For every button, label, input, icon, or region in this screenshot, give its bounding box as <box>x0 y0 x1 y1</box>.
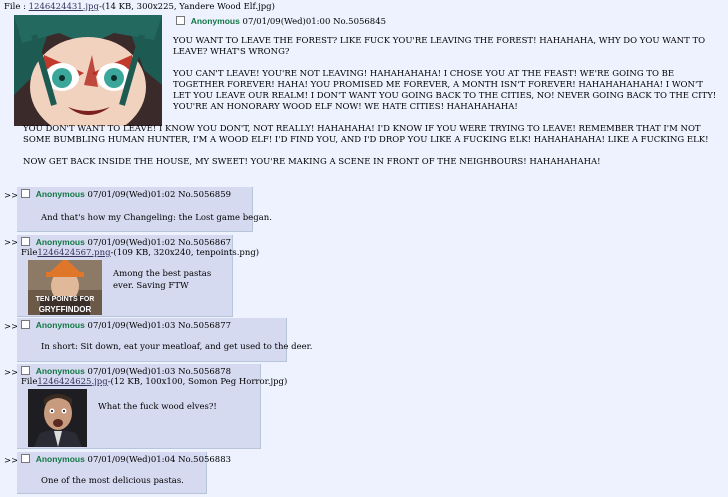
reply-file-info: File1246424567.png-(109 KB, 320x240, ten… <box>21 248 259 258</box>
reply-post: Anonymous 07/01/09(Wed)01:04 No.5056883 … <box>17 452 231 494</box>
reply-post-date: 07/01/09(Wed)01:02 <box>87 190 176 200</box>
op-paragraph: YOU DON'T WANT TO LEAVE! I KNOW YOU DON'… <box>23 124 709 145</box>
reply-post-number[interactable]: No.5056877 <box>178 321 231 331</box>
reply-post: Anonymous 07/01/09(Wed)01:02 No.5056867 … <box>17 235 259 317</box>
reply-header: Anonymous 07/01/09(Wed)01:03 No.5056877 <box>21 320 282 331</box>
reply-post-date: 07/01/09(Wed)01:04 <box>87 455 176 465</box>
reply-message: And that's how my Changeling: the Lost g… <box>41 213 272 223</box>
reply-post: Anonymous 07/01/09(Wed)01:03 No.5056878 … <box>17 364 287 449</box>
reply-thumbnail-image[interactable] <box>28 389 87 447</box>
op-file-details: -(14 KB, 300x225, Yandere Wood Elf.jpg) <box>98 2 275 12</box>
reply-message: One of the most delicious pastas. <box>41 476 184 486</box>
reply-select-checkbox[interactable] <box>21 237 30 246</box>
reply-message: In short: Sit down, eat your meatloaf, a… <box>41 342 313 352</box>
thumb-caption-bottom: GRYFFINDOR <box>39 305 92 314</box>
reply-post-number[interactable]: No.5056859 <box>178 190 231 200</box>
reply-post-date: 07/01/09(Wed)01:03 <box>87 321 176 331</box>
reply-post-date: 07/01/09(Wed)01:02 <box>87 238 176 248</box>
op-paragraph: YOU CAN'T LEAVE! YOU'RE NOT LEAVING! HAH… <box>173 69 717 112</box>
reply-select-checkbox[interactable] <box>21 454 30 463</box>
reply-poster-name: Anonymous <box>35 366 85 376</box>
reply-message-line: Among the best pastas <box>113 269 212 279</box>
op-post-number[interactable]: No.5056845 <box>333 17 386 27</box>
op-poster-name: Anonymous <box>190 16 240 26</box>
reply-message: What the fuck wood elves?! <box>98 402 217 412</box>
reply-header: Anonymous 07/01/09(Wed)01:02 No.5056859 <box>21 189 248 200</box>
op-paragraph: YOU WANT TO LEAVE THE FOREST? LIKE FUCK … <box>173 36 706 57</box>
thumb-caption-top: TEN POINTS FOR <box>36 296 95 303</box>
reply-post: Anonymous 07/01/09(Wed)01:02 No.5056859 … <box>17 187 272 232</box>
reply-poster-name: Anonymous <box>35 320 85 330</box>
reply-file-prefix: File <box>21 248 38 258</box>
op-post-date: 07/01/09(Wed)01:00 <box>242 17 331 27</box>
reply-select-checkbox[interactable] <box>21 320 30 329</box>
reply-post-number[interactable]: No.5056883 <box>178 455 231 465</box>
reply-file-link[interactable]: 1246424625.jpg <box>37 377 107 387</box>
reply-post-date: 07/01/09(Wed)01:03 <box>87 367 176 377</box>
op-post-body: YOU WANT TO LEAVE THE FOREST? LIKE FUCK … <box>23 36 723 179</box>
reply-header: Anonymous 07/01/09(Wed)01:02 No.5056867 <box>21 237 231 248</box>
reply-thumbnail-image[interactable]: TEN POINTS FOR GRYFFINDOR <box>28 260 102 315</box>
reply-select-checkbox[interactable] <box>21 366 30 375</box>
reply-post: Anonymous 07/01/09(Wed)01:03 No.5056877 … <box>17 318 312 362</box>
reply-file-details: -(12 KB, 100x100, Somon Peg Horror.jpg) <box>107 377 288 387</box>
op-select-checkbox[interactable] <box>176 16 185 25</box>
reply-file-prefix: File <box>21 377 38 387</box>
op-paragraph: NOW GET BACK INSIDE THE HOUSE, MY SWEET!… <box>23 157 601 167</box>
reply-file-details: -(109 KB, 320x240, tenpoints.png) <box>110 248 260 258</box>
reply-file-link[interactable]: 1246424567.png <box>37 248 110 258</box>
reply-post-number[interactable]: No.5056867 <box>178 238 231 248</box>
reply-message-line: ever. Saving FTW <box>113 281 189 291</box>
reply-poster-name: Anonymous <box>35 237 85 247</box>
reply-select-checkbox[interactable] <box>21 189 30 198</box>
reply-header: Anonymous 07/01/09(Wed)01:04 No.5056883 <box>21 454 231 465</box>
op-file-info: File : 1246424431.jpg-(14 KB, 300x225, Y… <box>4 2 275 12</box>
reply-poster-name: Anonymous <box>35 454 85 464</box>
reply-poster-name: Anonymous <box>35 189 85 199</box>
reply-header: Anonymous 07/01/09(Wed)01:03 No.5056878 <box>21 366 256 377</box>
op-post-header: Anonymous 07/01/09(Wed)01:00 No.5056845 <box>176 16 386 27</box>
reply-file-info: File1246424625.jpg-(12 KB, 100x100, Somo… <box>21 377 287 387</box>
op-file-link[interactable]: 1246424431.jpg <box>29 2 99 12</box>
op-file-prefix: File : <box>4 2 26 12</box>
reply-post-number[interactable]: No.5056878 <box>178 367 231 377</box>
